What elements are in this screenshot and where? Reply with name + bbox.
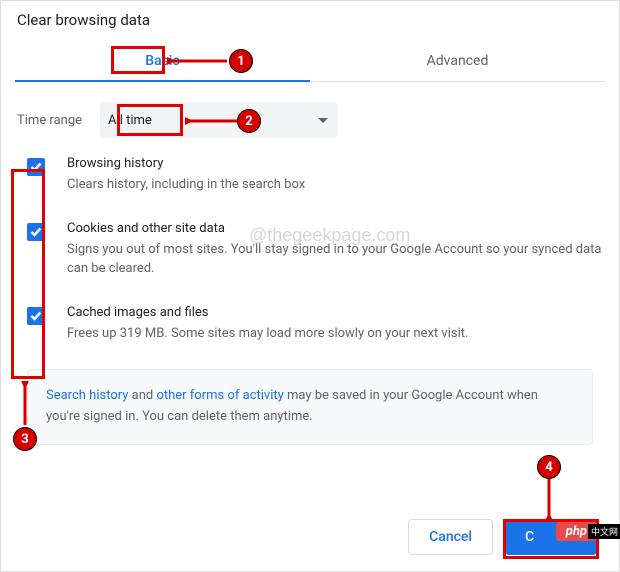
annotation-number: 4 [537,455,561,479]
time-range-select[interactable]: All time [100,102,338,138]
checkbox-cookies[interactable] [27,223,45,241]
check-icon [30,162,42,172]
clear-label: C [525,529,534,545]
checkbox-browsing-history[interactable] [27,158,45,176]
cancel-label: Cancel [429,529,472,545]
item-desc: Frees up 319 MB. Some sites may load mor… [67,324,468,344]
clear-data-button[interactable]: C [505,519,597,555]
checkbox-cache[interactable] [27,307,45,325]
cancel-button[interactable]: Cancel [408,519,493,555]
tab-basic[interactable]: Basic [15,39,310,81]
time-range-value: All time [106,113,152,128]
annotation-arrow [539,477,559,521]
item-desc: Clears history, including in the search … [67,175,305,195]
item-desc: Signs you out of most sites. You'll stay… [67,240,605,279]
item-title: Browsing history [67,156,305,171]
tab-advanced-label: Advanced [427,53,489,69]
info-box: Search history and other forms of activi… [27,369,593,445]
check-icon [30,311,42,321]
check-icon [30,227,42,237]
dialog-title: Clear browsing data [17,11,605,29]
item-title: Cached images and files [67,305,468,320]
info-text: and [128,388,156,403]
link-search-history[interactable]: Search history [46,388,128,403]
tab-bar: Basic Advanced [15,39,605,82]
item-title: Cookies and other site data [67,221,605,236]
link-other-activity[interactable]: other forms of activity [156,388,283,403]
chevron-down-icon [318,118,328,123]
tab-basic-label: Basic [145,53,179,69]
tab-advanced[interactable]: Advanced [310,39,605,81]
time-range-label: Time range [17,113,82,128]
